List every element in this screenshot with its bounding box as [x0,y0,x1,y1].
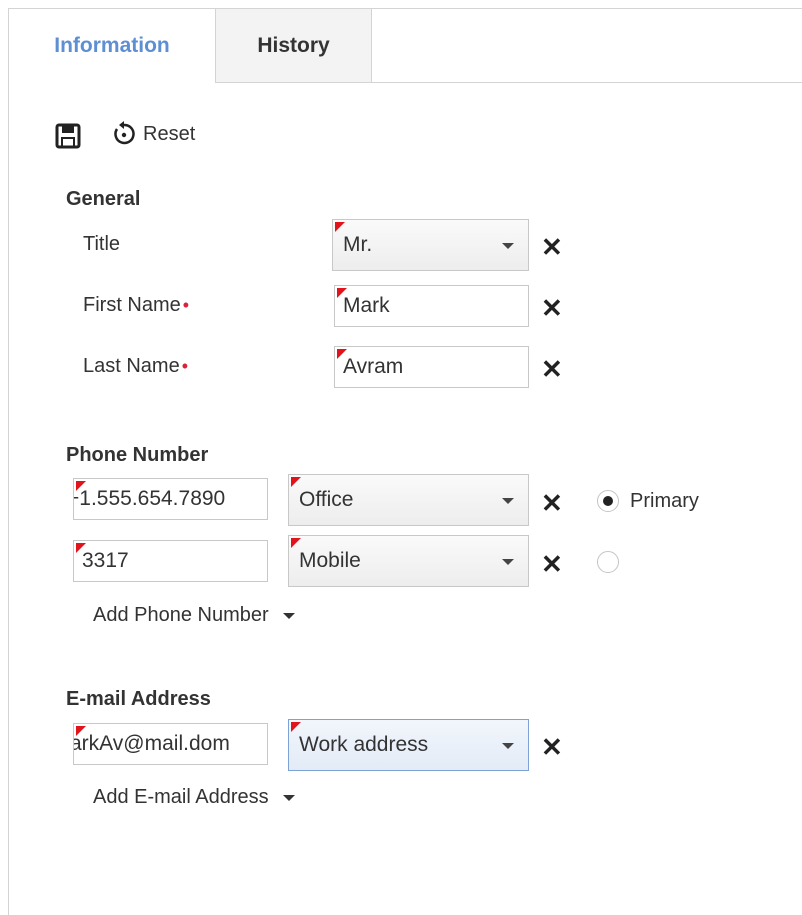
required-flag [335,222,345,232]
first-name-label-text: First Name [83,294,181,316]
phone-number-field[interactable]: 3317 [73,540,268,582]
reset-label: Reset [143,122,196,145]
chevron-down-icon [282,612,295,619]
required-flag [76,481,86,491]
chevron-down-icon [502,243,514,249]
last-name-label: Last Name • [83,355,188,378]
last-name-label-text: Last Name [83,355,180,377]
phone-number-value: +1.555.654.7890 [73,487,226,510]
chevron-down-icon [282,794,295,801]
phone-type-select[interactable]: Mobile [288,535,529,587]
email-type-select[interactable]: Work address [288,719,529,771]
last-name-field[interactable]: Avram [334,346,529,388]
required-flag [291,477,301,487]
required-flag [76,726,86,736]
last-name-value: Avram [343,355,404,378]
reset-button[interactable]: Reset [111,120,195,148]
save-button[interactable] [55,123,81,149]
first-name-value: Mark [343,294,390,317]
primary-radio[interactable] [597,551,619,573]
title-select[interactable]: Mr. [332,219,529,271]
clear-title-icon[interactable]: ✕ [541,234,563,260]
first-name-label: First Name • [83,294,189,317]
email-heading: E-mail Address [66,688,211,710]
email-value: arkAv@mail.dom [73,732,230,755]
primary-label: Primary [630,490,699,512]
phone-type-select[interactable]: Office [288,474,529,526]
clear-email-icon[interactable]: ✕ [541,734,563,760]
tab-history[interactable]: History [216,9,372,82]
clear-phone-icon[interactable]: ✕ [541,551,563,577]
email-field[interactable]: arkAv@mail.dom [73,723,268,765]
tab-information[interactable]: Information [9,9,216,83]
title-select-value: Mr. [343,233,373,256]
required-flag [337,288,347,298]
radio-selected-dot [603,496,613,506]
phone-type-value: Office [299,488,354,511]
chevron-down-icon [502,559,514,565]
required-flag [291,538,301,548]
required-indicator: • [181,356,189,376]
required-indicator: • [182,295,190,315]
phone-number-value: 3317 [82,549,129,572]
general-heading: General [66,188,141,210]
phone-heading: Phone Number [66,444,209,466]
primary-radio[interactable] [597,490,619,512]
add-email-address-button[interactable]: Add E-mail Address [93,786,295,809]
required-flag [291,722,301,732]
reset-icon [114,121,135,145]
title-label: Title [83,233,121,255]
add-email-address-label: Add E-mail Address [93,786,269,808]
clear-phone-icon[interactable]: ✕ [541,490,563,516]
required-flag [76,543,86,553]
clear-first-name-icon[interactable]: ✕ [541,295,563,321]
phone-number-field[interactable]: +1.555.654.7890 [73,478,268,520]
phone-type-value: Mobile [299,549,361,572]
chevron-down-icon [502,498,514,504]
chevron-down-icon [502,743,514,749]
first-name-field[interactable]: Mark [334,285,529,327]
add-phone-number-button[interactable]: Add Phone Number [93,604,295,627]
add-phone-number-label: Add Phone Number [93,604,269,626]
required-flag [337,349,347,359]
email-type-value: Work address [299,733,429,756]
floppy-disk-icon [55,123,81,149]
tab-bar: Information History [9,9,802,83]
clear-last-name-icon[interactable]: ✕ [541,356,563,382]
